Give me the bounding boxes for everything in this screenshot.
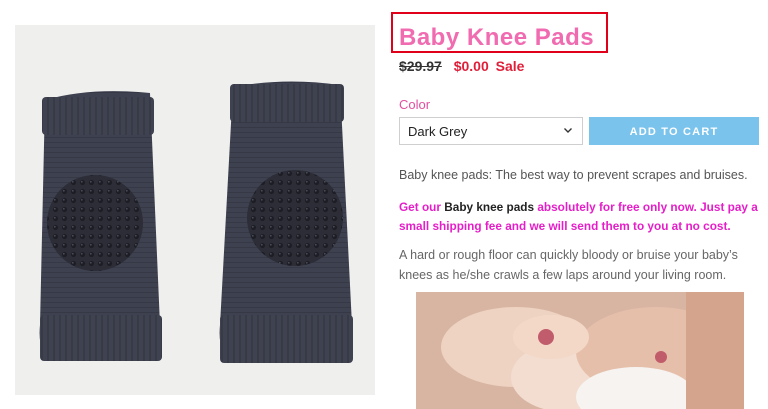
description-intro: Baby knee pads: The best way to prevent … [399,168,748,182]
description-body: A hard or rough floor can quickly bloody… [399,248,738,282]
promo-text: Get our Baby knee pads absolutely for fr… [399,198,759,236]
color-select-value: Dark Grey [408,124,468,139]
chevron-down-icon [564,128,572,133]
baby-crawling-photo [416,292,744,409]
product-image[interactable] [15,25,375,395]
color-label: Color [399,97,431,112]
product-title: Baby Knee Pads [399,24,595,51]
original-price: $29.97 [399,58,442,74]
promo-emphasis: Baby knee pads [444,200,535,214]
baby-photo-illustration [416,292,744,409]
promo-prefix: Get our [399,200,445,214]
color-select[interactable]: Dark Grey [399,117,583,145]
sale-price: $0.00 [453,58,489,74]
sale-badge: Sale [495,58,525,74]
price-row: $29.97 $0.00 Sale [399,58,524,74]
knee-pads-illustration [39,81,353,363]
add-to-cart-button[interactable]: ADD TO CART [589,117,759,145]
